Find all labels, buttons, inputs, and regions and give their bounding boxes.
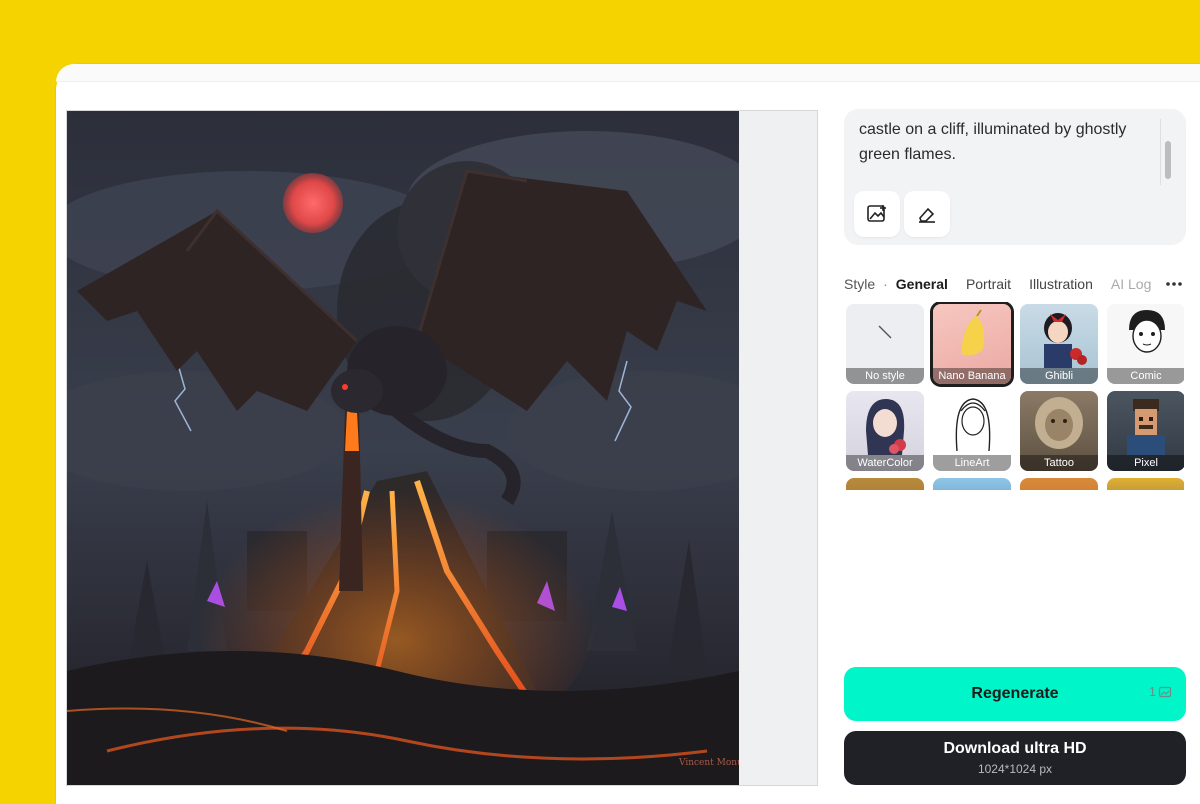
download-label: Download ultra HD bbox=[943, 740, 1087, 757]
eraser-edit-icon bbox=[919, 207, 935, 223]
credit-cost: 1 bbox=[1149, 684, 1172, 699]
partial-thumbnail bbox=[846, 478, 924, 490]
more-dots-icon bbox=[1166, 282, 1182, 286]
style-caption: Comic bbox=[1107, 368, 1184, 384]
credit-count: 1 bbox=[1148, 684, 1156, 699]
partial-thumbnail bbox=[933, 478, 1011, 490]
style-tile-ghibli[interactable]: Ghibli bbox=[1020, 304, 1098, 384]
style-tile-watercolor[interactable]: WaterColor bbox=[846, 391, 924, 471]
tab-illustration[interactable]: Illustration bbox=[1029, 276, 1093, 292]
partial-thumbnail bbox=[1107, 478, 1184, 490]
style-tile-partial[interactable] bbox=[1020, 478, 1098, 490]
image-canvas: Vincent Monus bbox=[66, 110, 818, 786]
style-tile-partial[interactable] bbox=[1107, 478, 1184, 490]
style-tile-no-style[interactable]: No style bbox=[846, 304, 924, 384]
style-tile-pixel[interactable]: Pixel bbox=[1107, 391, 1184, 471]
style-label: Style bbox=[844, 276, 876, 292]
prompt-scrollbar[interactable] bbox=[1160, 119, 1172, 185]
regenerate-button[interactable]: Regenerate 1 bbox=[844, 667, 1186, 721]
style-grid: No style Nano Banana Ghibli Comic WaterC… bbox=[844, 302, 1184, 490]
regenerate-label: Regenerate bbox=[971, 685, 1059, 702]
style-separator: · bbox=[883, 276, 888, 292]
slash-icon bbox=[878, 325, 892, 339]
generated-image[interactable]: Vincent Monus bbox=[67, 111, 739, 785]
download-ultra-hd-button[interactable]: Download ultra HD 1024*1024 px bbox=[844, 731, 1186, 785]
prompt-textarea[interactable]: castle on a cliff, illuminated by ghostl… bbox=[859, 117, 1149, 167]
style-caption: Ghibli bbox=[1020, 368, 1098, 384]
style-caption: No style bbox=[846, 368, 924, 384]
style-tile-lineart[interactable]: LineArt bbox=[933, 391, 1011, 471]
image-upload-button[interactable] bbox=[854, 191, 900, 237]
download-resolution: 1024*1024 px bbox=[977, 762, 1053, 776]
credit-icon bbox=[1158, 686, 1172, 697]
style-tabs: Style · General Portrait Illustration AI… bbox=[844, 272, 1186, 296]
tab-portrait[interactable]: Portrait bbox=[966, 276, 1011, 292]
tab-general[interactable]: General bbox=[896, 276, 948, 292]
style-tile-comic[interactable]: Comic bbox=[1107, 304, 1184, 384]
image-upload-icon bbox=[867, 205, 886, 222]
style-tile-tattoo[interactable]: Tattoo bbox=[1020, 391, 1098, 471]
edit-button[interactable] bbox=[904, 191, 950, 237]
prompt-scrollbar-thumb[interactable] bbox=[1165, 141, 1171, 179]
tab-ai-logo[interactable]: AI Log bbox=[1111, 276, 1151, 292]
style-caption: Tattoo bbox=[1020, 455, 1098, 471]
app-window: Vincent Monus castle on a cliff, illumin… bbox=[56, 64, 1200, 804]
style-caption: WaterColor bbox=[846, 455, 924, 471]
style-tile-partial[interactable] bbox=[846, 478, 924, 490]
window-topbar bbox=[56, 64, 1200, 82]
style-caption: LineArt bbox=[933, 455, 1011, 471]
style-caption: Pixel bbox=[1107, 455, 1184, 471]
style-tile-partial[interactable] bbox=[933, 478, 1011, 490]
style-tile-nano-banana[interactable]: Nano Banana bbox=[933, 304, 1011, 384]
prompt-box[interactable]: castle on a cliff, illuminated by ghostl… bbox=[844, 109, 1186, 245]
artist-signature: Vincent Monus bbox=[678, 758, 739, 768]
style-caption: Nano Banana bbox=[933, 368, 1011, 384]
partial-thumbnail bbox=[1020, 478, 1098, 490]
more-styles-button[interactable] bbox=[1162, 272, 1186, 296]
